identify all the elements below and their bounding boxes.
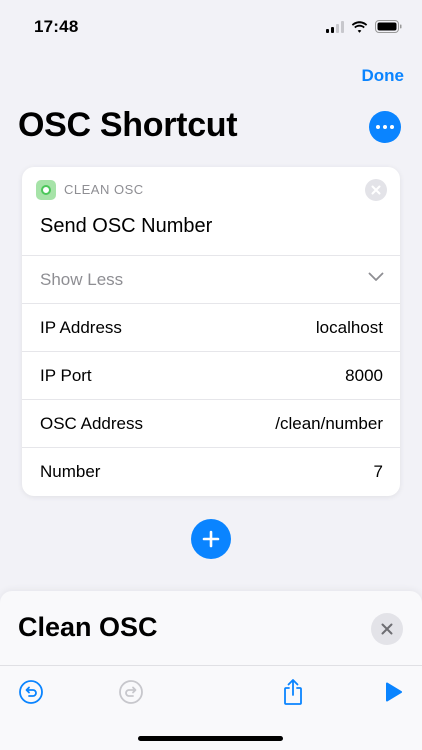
param-row-ip-port[interactable]: IP Port 8000 — [22, 351, 400, 399]
page-title: OSC Shortcut — [18, 106, 238, 144]
home-indicator — [138, 736, 283, 741]
param-label: OSC Address — [40, 414, 143, 433]
action-title: Send OSC Number — [40, 215, 213, 237]
param-value[interactable]: localhost — [316, 318, 383, 338]
plus-icon — [202, 530, 220, 548]
param-value[interactable]: /clean/number — [275, 414, 383, 434]
status-bar: 17:48 — [0, 0, 422, 56]
card-app-name: CLEAN OSC — [64, 182, 144, 197]
undo-icon — [19, 680, 43, 704]
param-row-number[interactable]: Number 7 — [22, 447, 400, 495]
wifi-icon — [351, 20, 368, 33]
param-value[interactable]: 7 — [374, 462, 383, 482]
done-button[interactable]: Done — [362, 66, 405, 86]
sheet-close-button[interactable] — [371, 613, 403, 645]
chevron-down-icon — [368, 272, 384, 281]
action-card[interactable]: CLEAN OSC Send OSC Number Show Less IP A… — [22, 167, 400, 496]
ellipsis-icon — [376, 125, 394, 129]
run-button[interactable] — [379, 678, 407, 706]
redo-icon — [119, 680, 143, 704]
close-icon — [371, 185, 381, 195]
cellular-signal-icon — [326, 20, 344, 33]
clean-osc-app-icon — [36, 180, 56, 200]
more-options-button[interactable] — [369, 111, 401, 143]
share-button[interactable] — [279, 678, 307, 706]
show-less-row[interactable]: Show Less — [22, 255, 400, 303]
sheet-title: Clean OSC — [18, 612, 158, 642]
status-icons — [326, 20, 402, 33]
add-action-button[interactable] — [191, 519, 231, 559]
status-time: 17:48 — [34, 17, 79, 36]
battery-icon — [375, 20, 402, 33]
play-icon — [385, 682, 403, 702]
remove-action-button[interactable] — [365, 179, 387, 201]
param-row-ip-address[interactable]: IP Address localhost — [22, 303, 400, 351]
param-row-osc-address[interactable]: OSC Address /clean/number — [22, 399, 400, 447]
param-label: IP Port — [40, 366, 92, 385]
param-label: IP Address — [40, 318, 122, 337]
show-less-label: Show Less — [40, 270, 124, 289]
share-icon — [284, 679, 302, 705]
undo-button[interactable] — [17, 678, 45, 706]
param-label: Number — [40, 462, 101, 481]
param-value[interactable]: 8000 — [345, 366, 383, 386]
close-icon — [381, 623, 393, 635]
redo-button[interactable] — [117, 678, 145, 706]
